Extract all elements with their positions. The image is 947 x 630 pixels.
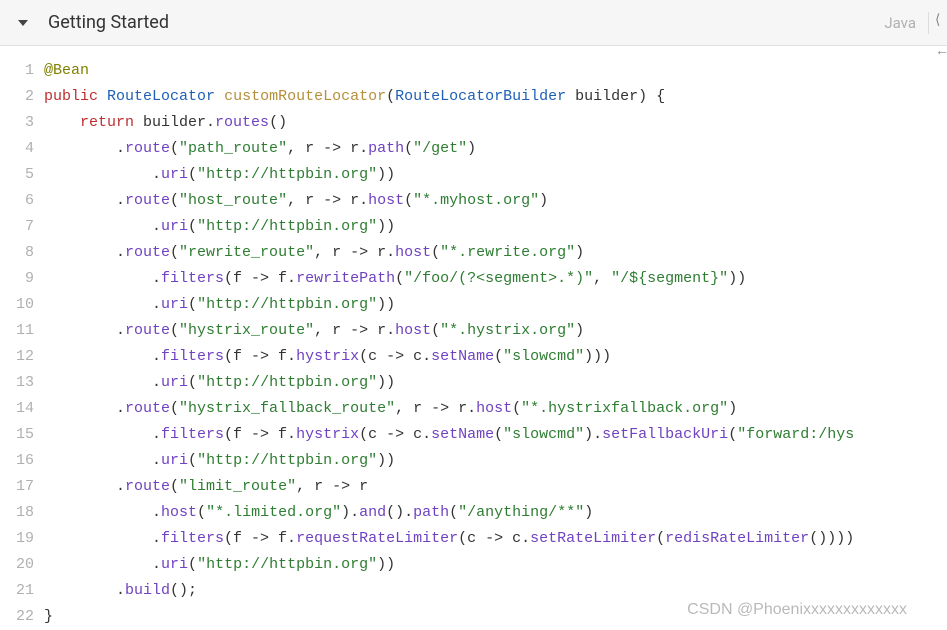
copy-icon[interactable]: ⟨ bbox=[935, 12, 947, 28]
line-number: 8 bbox=[0, 240, 34, 266]
line-number: 18 bbox=[0, 500, 34, 526]
code-line: .uri("http://httpbin.org")) bbox=[44, 552, 947, 578]
line-number: 15 bbox=[0, 422, 34, 448]
line-number: 3 bbox=[0, 110, 34, 136]
header-divider bbox=[928, 12, 929, 34]
line-number: 11 bbox=[0, 318, 34, 344]
line-number: 20 bbox=[0, 552, 34, 578]
line-number: 21 bbox=[0, 578, 34, 604]
code-line: .filters(f -> f.hystrix(c -> c.setName("… bbox=[44, 344, 947, 370]
line-number: 7 bbox=[0, 214, 34, 240]
line-number: 10 bbox=[0, 292, 34, 318]
code-line: public RouteLocator customRouteLocator(R… bbox=[44, 84, 947, 110]
code-line: .filters(f -> f.requestRateLimiter(c -> … bbox=[44, 526, 947, 552]
language-label: Java bbox=[884, 14, 916, 32]
section-title: Getting Started bbox=[48, 12, 884, 33]
code-line: .host("*.limited.org").and().path("/anyt… bbox=[44, 500, 947, 526]
code-line: .route("rewrite_route", r -> r.host("*.r… bbox=[44, 240, 947, 266]
line-number: 14 bbox=[0, 396, 34, 422]
line-number: 22 bbox=[0, 604, 34, 630]
code-block-header: Getting Started Java bbox=[0, 0, 947, 46]
line-number: 4 bbox=[0, 136, 34, 162]
code-line: .route("limit_route", r -> r bbox=[44, 474, 947, 500]
code-line: return builder.routes() bbox=[44, 110, 947, 136]
line-number: 6 bbox=[0, 188, 34, 214]
code-line: .build(); bbox=[44, 578, 947, 604]
line-number: 17 bbox=[0, 474, 34, 500]
line-number: 19 bbox=[0, 526, 34, 552]
back-icon[interactable]: ← bbox=[935, 42, 947, 59]
code-line: } bbox=[44, 604, 947, 630]
code-line: .route("hystrix_fallback_route", r -> r.… bbox=[44, 396, 947, 422]
code-line: .route("host_route", r -> r.host("*.myho… bbox=[44, 188, 947, 214]
code-line: .uri("http://httpbin.org")) bbox=[44, 370, 947, 396]
code-line: .uri("http://httpbin.org")) bbox=[44, 162, 947, 188]
line-number-gutter: 12345678910111213141516171819202122 bbox=[0, 58, 44, 630]
code-line: .filters(f -> f.hystrix(c -> c.setName("… bbox=[44, 422, 947, 448]
line-number: 16 bbox=[0, 448, 34, 474]
line-number: 9 bbox=[0, 266, 34, 292]
code-line: .route("hystrix_route", r -> r.host("*.h… bbox=[44, 318, 947, 344]
code-line: .uri("http://httpbin.org")) bbox=[44, 214, 947, 240]
code-content[interactable]: @Beanpublic RouteLocator customRouteLoca… bbox=[44, 58, 947, 630]
code-line: @Bean bbox=[44, 58, 947, 84]
code-line: .uri("http://httpbin.org")) bbox=[44, 448, 947, 474]
side-icons: ⟨ ← bbox=[935, 12, 947, 59]
line-number: 12 bbox=[0, 344, 34, 370]
code-line: .route("path_route", r -> r.path("/get") bbox=[44, 136, 947, 162]
line-number: 1 bbox=[0, 58, 34, 84]
line-number: 2 bbox=[0, 84, 34, 110]
line-number: 5 bbox=[0, 162, 34, 188]
collapse-caret-icon[interactable] bbox=[18, 20, 28, 26]
code-area: 12345678910111213141516171819202122 @Bea… bbox=[0, 46, 947, 630]
code-line: .filters(f -> f.rewritePath("/foo/(?<seg… bbox=[44, 266, 947, 292]
line-number: 13 bbox=[0, 370, 34, 396]
code-line: .uri("http://httpbin.org")) bbox=[44, 292, 947, 318]
